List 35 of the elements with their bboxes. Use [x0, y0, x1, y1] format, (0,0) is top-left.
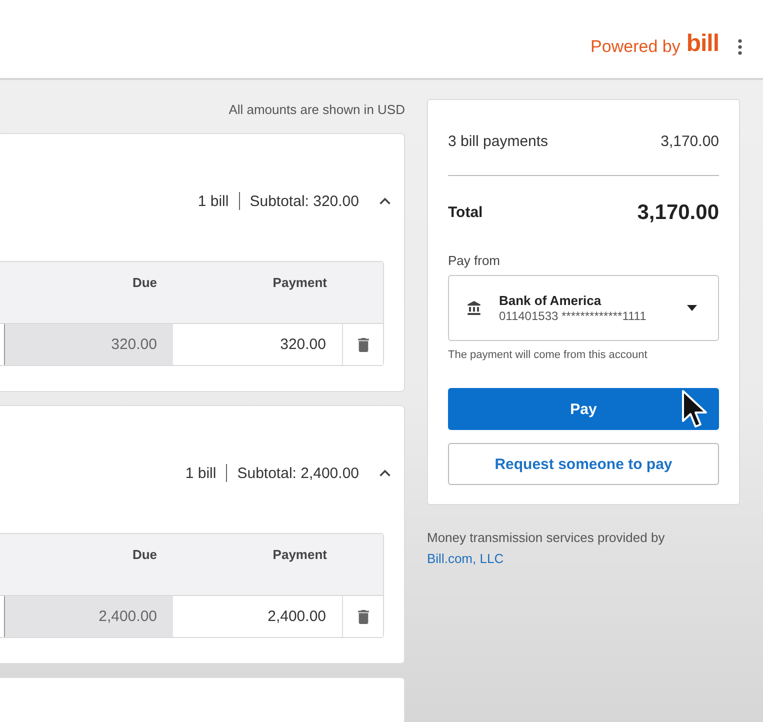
total-amount: 3,170.00 [637, 200, 719, 226]
column-header: Payment [272, 274, 328, 291]
trash-icon [358, 610, 368, 624]
bill-count: 1 bill [185, 464, 216, 482]
column-header: Due [131, 546, 158, 563]
powered-by-label: Powered by [590, 36, 680, 58]
due-cell: 2,400.00 [5, 596, 173, 637]
transmission-note: Money transmission services provided by Bill.com, LLC [427, 529, 666, 568]
account-hint: The payment will come from this account [448, 348, 648, 362]
column-header: Payment [272, 546, 328, 563]
currency-note: All amounts are shown in USD [228, 102, 405, 118]
column-header: Due [131, 274, 158, 291]
pay-button[interactable]: Pay [448, 388, 719, 430]
chevron-up-icon[interactable] [379, 469, 391, 477]
account-select[interactable]: Bank of America 011401533 *************1111 [448, 275, 719, 341]
bank-name: Bank of America [499, 292, 602, 308]
caret-icon [687, 305, 697, 311]
chevron-up-icon[interactable] [379, 197, 391, 205]
account-number: 011401533 *************1111 [499, 308, 646, 324]
brand-logo: bill [686, 31, 719, 57]
payments-amount: 3,170.00 [660, 132, 719, 152]
subtotal-text: Subtotal: 320.00 [250, 192, 359, 210]
total-label: Total [448, 203, 483, 223]
subtotal-text: Subtotal: 2,400.00 [237, 464, 359, 482]
payments-label: 3 bill payments [448, 132, 548, 152]
more-button[interactable] [738, 39, 742, 55]
kebab-menu-icon [738, 39, 742, 55]
bank-icon [467, 301, 481, 315]
pay-from-label: Pay from [448, 252, 502, 270]
request-button[interactable]: Request someone to pay [448, 443, 719, 485]
mouse-pointer-icon [681, 389, 709, 429]
trash-icon [358, 338, 368, 352]
bill-count: 1 bill [198, 192, 229, 210]
bill-link[interactable]: Bill.com, LLC [427, 551, 504, 566]
due-cell: 320.00 [5, 324, 173, 365]
